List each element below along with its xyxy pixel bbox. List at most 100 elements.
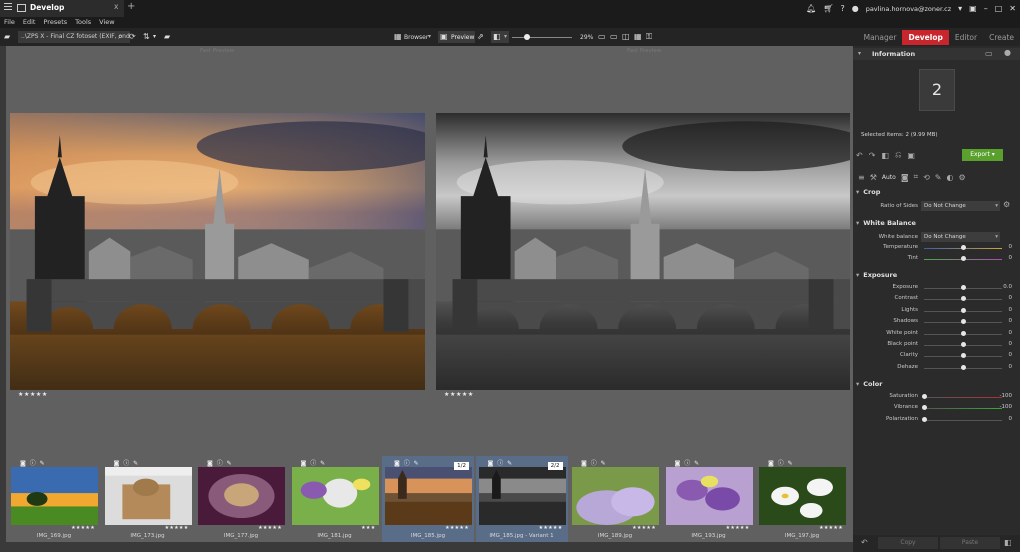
thumbnail-rating[interactable]: ★★★★★ [632,525,656,531]
question-icon[interactable]: ? [840,4,844,13]
thumbnail-image[interactable] [572,467,659,525]
thumbnail-image[interactable] [478,467,566,525]
mode-develop[interactable]: Develop [902,29,949,45]
filmstrip-thumbnail[interactable]: ◙ ⓘ ✎ 2/2 ★★★★★ IMG_185.jpg - Variant 1 [475,456,568,542]
slider-knob[interactable] [961,353,966,359]
mode-editor[interactable]: Editor [949,30,983,45]
browser-icon[interactable]: ▦ [394,31,402,43]
section-exposure[interactable]: Exposure [856,269,1016,281]
section-crop[interactable]: Crop [856,186,1016,198]
filmstrip-thumbnail[interactable]: ◙ ⓘ ✎ 1/2 ★★★★★ IMG_185.jpg [382,456,474,542]
wb-select[interactable]: Do Not Change [921,232,1000,242]
preview-photo-original[interactable]: .bld{fill:#7a5330}.twr{fill:#3a2a1c}.twr… [10,113,425,390]
user-email[interactable]: pavlina.hornova@zoner.cz [866,5,951,13]
brush-tool-icon[interactable]: ✎ [935,173,942,182]
split-view-icon[interactable]: ◫ [622,31,630,43]
crop-tool-icon[interactable]: ⌗ [914,172,919,182]
folder-icon[interactable]: ▰ [4,31,10,43]
transform-tool-icon[interactable]: ⟲ [923,173,930,182]
window-icon[interactable]: ▣ [969,4,977,13]
thumbnail-image[interactable] [11,467,98,525]
auto-wand-icon[interactable]: ⚒ [870,173,877,182]
filmstrip-thumbnail[interactable]: ◙ ⓘ ✎ ★★★★★ IMG_197.jpg [756,456,848,542]
slider-track[interactable] [924,408,1002,410]
save-icon[interactable]: ▣ [907,151,915,160]
slider-knob[interactable] [961,364,966,370]
section-white-balance[interactable]: White Balance [856,217,1016,229]
slider-knob[interactable] [961,285,966,290]
lock-icon[interactable]: ⚿ [646,31,652,43]
thumbnail-image[interactable] [385,467,472,525]
thumbnail-rating[interactable]: ★★★★★ [71,525,95,531]
menu-edit[interactable]: Edit [23,17,36,28]
thumbnail-rating[interactable]: ★★★★★ [539,525,563,531]
filmstrip-thumbnail[interactable]: ◙ ⓘ ✎ ★★★★★ IMG_173.jpg [102,456,194,542]
settings-icon[interactable]: ⚙ [958,173,965,182]
thumbnail-image[interactable] [665,467,753,525]
bell-icon[interactable]: 🔔︎ [806,4,816,13]
chevron-down-icon[interactable]: ▾ [958,4,962,13]
slider-knob[interactable] [922,405,927,411]
user-icon[interactable]: ● [852,4,859,13]
slider-knob[interactable] [961,330,966,336]
filmstrip-thumbnail[interactable]: ◙ ⓘ ✎ ★★★★★ IMG_169.jpg [8,456,100,542]
slider-knob[interactable] [961,256,966,261]
reset-icon[interactable]: ↶ [861,538,868,547]
filmstrip-thumbnail[interactable]: ◙ ⓘ ✎ ★★★★★ IMG_177.jpg [195,456,287,542]
filmstrip-thumbnail[interactable]: ◙ ⓘ ✎ ★★★★★ IMG_189.jpg [569,456,661,542]
filmstrip-scrollbar[interactable] [6,542,853,552]
slider-track[interactable] [924,419,1002,421]
filmstrip-thumbnail[interactable]: ◙ ⓘ ✎ ★★★ IMG_181.jpg [289,456,381,542]
menu-tools[interactable]: Tools [75,17,91,28]
thumbnail-rating[interactable]: ★★★★★ [726,525,750,531]
thumbnail-image[interactable] [759,467,846,525]
history-icon[interactable]: ⎌ [895,150,901,160]
slider-knob[interactable] [922,394,927,399]
refresh-icon[interactable]: ⟳ [129,31,136,43]
thumbnail-rating[interactable]: ★★★★★ [165,525,189,531]
filmstrip-thumbnail[interactable]: ◙ ⓘ ✎ ★★★★★ IMG_193.jpg [663,456,755,542]
tab-develop[interactable]: Develop x [0,0,124,17]
auto-button[interactable]: Auto [882,174,896,181]
preview-button[interactable]: Preview [451,34,474,41]
compare-icon[interactable]: ◧ [881,151,889,160]
section-color[interactable]: Color [856,378,1016,390]
minimize-icon[interactable]: – [984,4,988,13]
menu-view[interactable]: View [99,17,114,28]
grid-icon[interactable]: ▦ [634,31,642,43]
ratio-select[interactable]: Do Not Change [921,201,1000,211]
panel-menu-icon[interactable]: ◧ [1004,538,1012,547]
search-icon[interactable]: ⌕ [118,31,122,43]
mode-manager[interactable]: Manager [858,30,903,45]
mode-create[interactable]: Create [983,30,1020,45]
slider-knob[interactable] [961,296,966,302]
thumbnail-image[interactable] [104,467,192,525]
slider-knob[interactable] [961,342,966,347]
left-preview-rating[interactable]: ★★★★★ [18,391,48,398]
browser-button[interactable]: Browser [404,34,428,41]
thumbnail-rating[interactable]: ★★★ [361,525,375,531]
fit-icon[interactable]: ▭ [598,31,606,43]
camera-tool-icon[interactable]: ◙ [901,173,909,182]
slider-knob[interactable] [922,416,927,422]
undo-icon[interactable]: ↶ [856,151,863,160]
sort-icon[interactable]: ⇅ [143,31,150,43]
actual-size-icon[interactable]: ▭ [610,31,618,43]
thumbnail-image[interactable] [291,467,379,525]
panel-toggle-icon[interactable]: ● [1004,48,1011,57]
crop-settings-icon[interactable]: ⚙ [1003,200,1010,209]
preview-icon[interactable]: ▣ [440,31,448,43]
path-field[interactable]: ..\ZPS X - Final CZ fotoset (EXIF, ondr [18,31,130,43]
slider-knob[interactable] [961,319,966,325]
right-preview-rating[interactable]: ★★★★★ [444,391,474,398]
folder-up-icon[interactable]: ▰ [164,31,170,43]
slider-track[interactable] [924,397,1002,398]
thumbnail-rating[interactable]: ★★★★★ [445,525,469,531]
menu-file[interactable]: File [4,17,15,28]
redo-icon[interactable]: ↷ [869,151,876,160]
cart-icon[interactable]: 🛒︎ [823,4,833,13]
maximize-icon[interactable]: □ [995,4,1003,13]
slider-knob[interactable] [961,307,966,313]
zoom-slider-track[interactable] [512,37,572,38]
gradient-tool-icon[interactable]: ◐ [947,173,954,182]
